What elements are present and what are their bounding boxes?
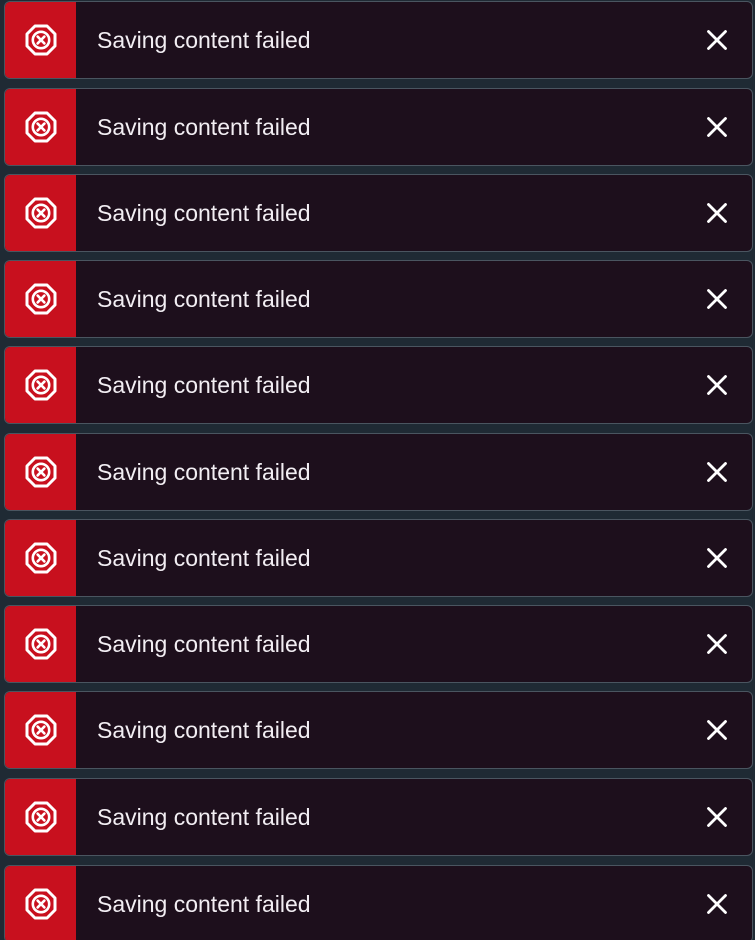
close-x-icon[interactable] [706, 288, 728, 310]
toast-close-button[interactable] [682, 434, 752, 510]
toast-message: Saving content failed [97, 372, 311, 398]
close-x-icon[interactable] [706, 633, 728, 655]
toast-message: Saving content failed [97, 114, 311, 140]
toast-status-area [5, 89, 76, 165]
toast-body: Saving content failed [76, 692, 682, 768]
error-octagon-x-icon [24, 455, 58, 489]
toast-body: Saving content failed [76, 89, 682, 165]
error-octagon-x-icon [24, 800, 58, 834]
toast-message: Saving content failed [97, 891, 311, 917]
error-octagon-x-icon [24, 627, 58, 661]
error-octagon-x-icon [24, 368, 58, 402]
toast-message: Saving content failed [97, 545, 311, 571]
error-octagon-x-icon [24, 887, 58, 921]
close-x-icon[interactable] [706, 806, 728, 828]
error-octagon-x-icon [24, 713, 58, 747]
toast-body: Saving content failed [76, 434, 682, 510]
toast-close-button[interactable] [682, 261, 752, 337]
toast-close-button[interactable] [682, 866, 752, 940]
toast-message: Saving content failed [97, 286, 311, 312]
toast-body: Saving content failed [76, 779, 682, 855]
error-octagon-x-icon [24, 196, 58, 230]
toast-body: Saving content failed [76, 866, 682, 940]
error-octagon-x-icon [24, 110, 58, 144]
error-octagon-x-icon [24, 282, 58, 316]
toast-message: Saving content failed [97, 804, 311, 830]
close-x-icon[interactable] [706, 547, 728, 569]
toast-status-area [5, 866, 76, 940]
error-toast: Saving content failed [4, 605, 753, 683]
toast-status-area [5, 692, 76, 768]
toast-status-area [5, 2, 76, 78]
toast-body: Saving content failed [76, 261, 682, 337]
toast-status-area [5, 347, 76, 423]
error-octagon-x-icon [24, 541, 58, 575]
toast-body: Saving content failed [76, 606, 682, 682]
close-x-icon[interactable] [706, 202, 728, 224]
toast-close-button[interactable] [682, 2, 752, 78]
toast-status-area [5, 434, 76, 510]
error-toast: Saving content failed [4, 174, 753, 252]
error-toast: Saving content failed [4, 346, 753, 424]
error-toast: Saving content failed [4, 778, 753, 856]
toast-close-button[interactable] [682, 175, 752, 251]
error-toast: Saving content failed [4, 865, 753, 940]
close-x-icon[interactable] [706, 374, 728, 396]
toast-status-area [5, 520, 76, 596]
toast-message: Saving content failed [97, 27, 311, 53]
toast-body: Saving content failed [76, 2, 682, 78]
toast-close-button[interactable] [682, 692, 752, 768]
error-toast: Saving content failed [4, 260, 753, 338]
close-x-icon[interactable] [706, 719, 728, 741]
toast-status-area [5, 606, 76, 682]
error-toast: Saving content failed [4, 519, 753, 597]
toast-body: Saving content failed [76, 520, 682, 596]
toast-close-button[interactable] [682, 347, 752, 423]
toast-status-area [5, 175, 76, 251]
error-octagon-x-icon [24, 23, 58, 57]
toast-status-area [5, 779, 76, 855]
toast-close-button[interactable] [682, 89, 752, 165]
close-x-icon[interactable] [706, 29, 728, 51]
toast-message: Saving content failed [97, 200, 311, 226]
toast-message: Saving content failed [97, 459, 311, 485]
close-x-icon[interactable] [706, 116, 728, 138]
error-toast: Saving content failed [4, 88, 753, 166]
toast-body: Saving content failed [76, 347, 682, 423]
toast-status-area [5, 261, 76, 337]
toast-close-button[interactable] [682, 606, 752, 682]
close-x-icon[interactable] [706, 893, 728, 915]
toast-close-button[interactable] [682, 779, 752, 855]
toast-message: Saving content failed [97, 717, 311, 743]
error-toast: Saving content failed [4, 691, 753, 769]
toast-message: Saving content failed [97, 631, 311, 657]
toast-close-button[interactable] [682, 520, 752, 596]
close-x-icon[interactable] [706, 461, 728, 483]
error-toast: Saving content failed [4, 1, 753, 79]
toast-body: Saving content failed [76, 175, 682, 251]
screen: Saving content failed Saving content fail… [0, 0, 755, 940]
error-toast: Saving content failed [4, 433, 753, 511]
